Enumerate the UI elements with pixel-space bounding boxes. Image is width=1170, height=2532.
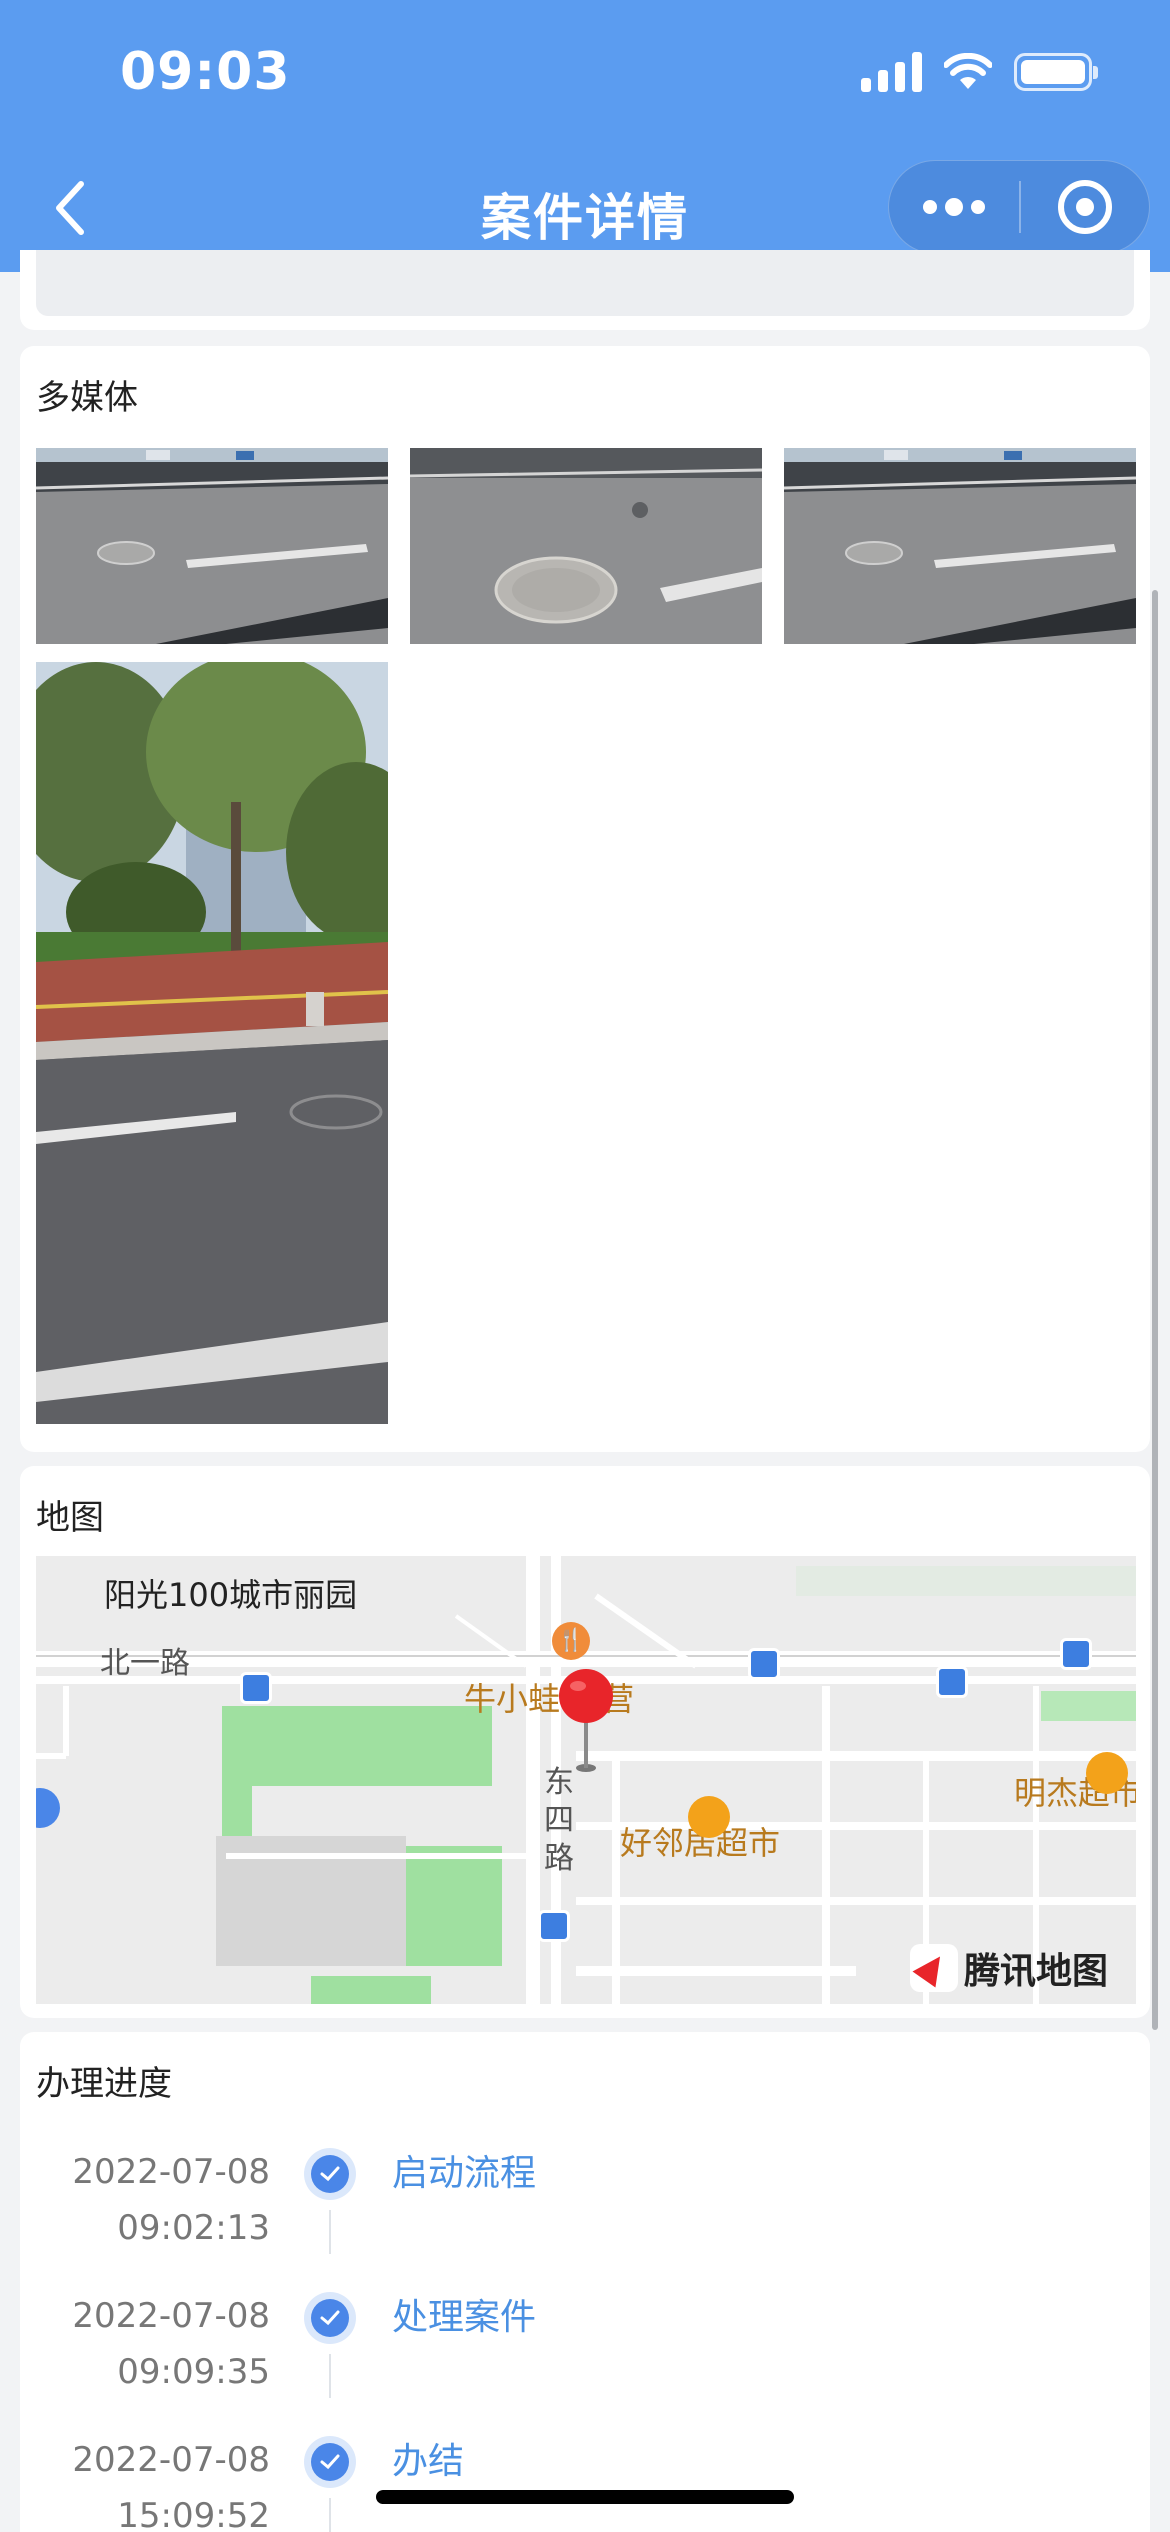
map-label-community: 阳光100城市丽园 — [104, 1576, 358, 1614]
timeline-connector — [329, 2354, 331, 2398]
tencent-map-brand: 腾讯地图 — [964, 1951, 1109, 1992]
timeline-row: 2022-07-08 09:02:13 启动流程 — [20, 2144, 1150, 2288]
media-photo-1[interactable] — [36, 448, 388, 644]
timeline-time: 15:09:52 — [117, 2496, 270, 2532]
manhole-road-photo — [784, 448, 1136, 644]
tencent-map-logo: 腾讯地图 — [910, 1942, 1108, 1994]
media-photo-3[interactable] — [784, 448, 1136, 644]
bus-stop-icon — [538, 1910, 570, 1942]
map-label-road-north: 北一路 — [100, 1646, 190, 1681]
compass-icon — [910, 1944, 958, 1992]
street-trees-photo — [36, 662, 388, 1424]
previous-section-field — [36, 250, 1134, 316]
timeline-step-link[interactable]: 办结 — [392, 2436, 464, 2488]
status-time: 09:03 — [120, 42, 291, 102]
timeline-date: 2022-07-08 — [72, 2152, 270, 2192]
map-view[interactable]: 阳光100城市丽园 北一路 牛小蛙·东营 东四路 好邻居超市 明杰超市 🍴 腾讯… — [36, 1556, 1136, 2004]
timeline-connector — [329, 2210, 331, 2254]
progress-title: 办理进度 — [36, 2064, 172, 2104]
more-button[interactable] — [889, 161, 1019, 253]
cellular-signal-icon — [861, 52, 922, 92]
media-title: 多媒体 — [36, 378, 138, 418]
check-icon — [304, 2292, 356, 2344]
target-icon — [1058, 180, 1112, 234]
battery-icon — [1014, 53, 1098, 91]
manhole-road-photo — [36, 448, 388, 644]
map-label-road-east-west: 东四路 — [544, 1765, 574, 1876]
shop-icon — [1086, 1752, 1128, 1794]
timeline-time: 09:02:13 — [117, 2208, 270, 2248]
bus-stop-icon — [936, 1666, 968, 1698]
previous-section-card — [20, 250, 1150, 330]
scrollbar[interactable] — [1152, 590, 1158, 2030]
check-icon — [304, 2436, 356, 2488]
more-dot-icon — [945, 198, 963, 216]
timeline-row: 2022-07-08 15:09:52 办结 — [20, 2432, 1150, 2532]
check-icon — [304, 2148, 356, 2200]
timeline-connector — [329, 2498, 331, 2532]
media-card: 多媒体 — [20, 346, 1150, 1452]
close-miniprogram-button[interactable] — [1021, 161, 1149, 253]
timeline-date: 2022-07-08 — [72, 2440, 270, 2480]
timeline-step-link[interactable]: 启动流程 — [392, 2148, 536, 2200]
map-background — [36, 1556, 1136, 2004]
more-dot-icon — [923, 200, 937, 214]
header-bar: 09:03 案件详情 — [0, 0, 1170, 272]
bus-stop-icon — [240, 1672, 272, 1704]
more-dot-icon — [971, 200, 985, 214]
manhole-closeup-photo — [410, 448, 762, 644]
timeline-time: 09:09:35 — [117, 2352, 270, 2392]
bus-stop-icon — [748, 1648, 780, 1680]
home-indicator[interactable] — [376, 2490, 794, 2504]
shop-icon — [688, 1796, 730, 1838]
progress-card: 办理进度 2022-07-08 09:02:13 启动流程 2022-07-08… — [20, 2032, 1150, 2532]
timeline-datetime: 2022-07-08 09:02:13 — [20, 2144, 270, 2256]
timeline-row: 2022-07-08 09:09:35 处理案件 — [20, 2288, 1150, 2432]
media-photo-4[interactable] — [36, 662, 388, 1424]
timeline-date: 2022-07-08 — [72, 2296, 270, 2336]
miniprogram-capsule — [888, 160, 1150, 254]
restaurant-icon: 🍴 — [552, 1622, 590, 1660]
wifi-icon — [944, 53, 992, 89]
location-pin-icon — [559, 1669, 613, 1772]
map-title: 地图 — [36, 1498, 104, 1538]
status-icons — [861, 52, 1098, 92]
bus-stop-icon — [1060, 1638, 1092, 1670]
timeline-datetime: 2022-07-08 09:09:35 — [20, 2288, 270, 2400]
map-card: 地图 阳光100城市丽园 北一路 牛小蛙·东营 东四路 好邻居超市 明杰超市 🍴… — [20, 1466, 1150, 2018]
timeline-step-link[interactable]: 处理案件 — [392, 2292, 536, 2344]
timeline-datetime: 2022-07-08 15:09:52 — [20, 2432, 270, 2532]
media-photo-2[interactable] — [410, 448, 762, 644]
